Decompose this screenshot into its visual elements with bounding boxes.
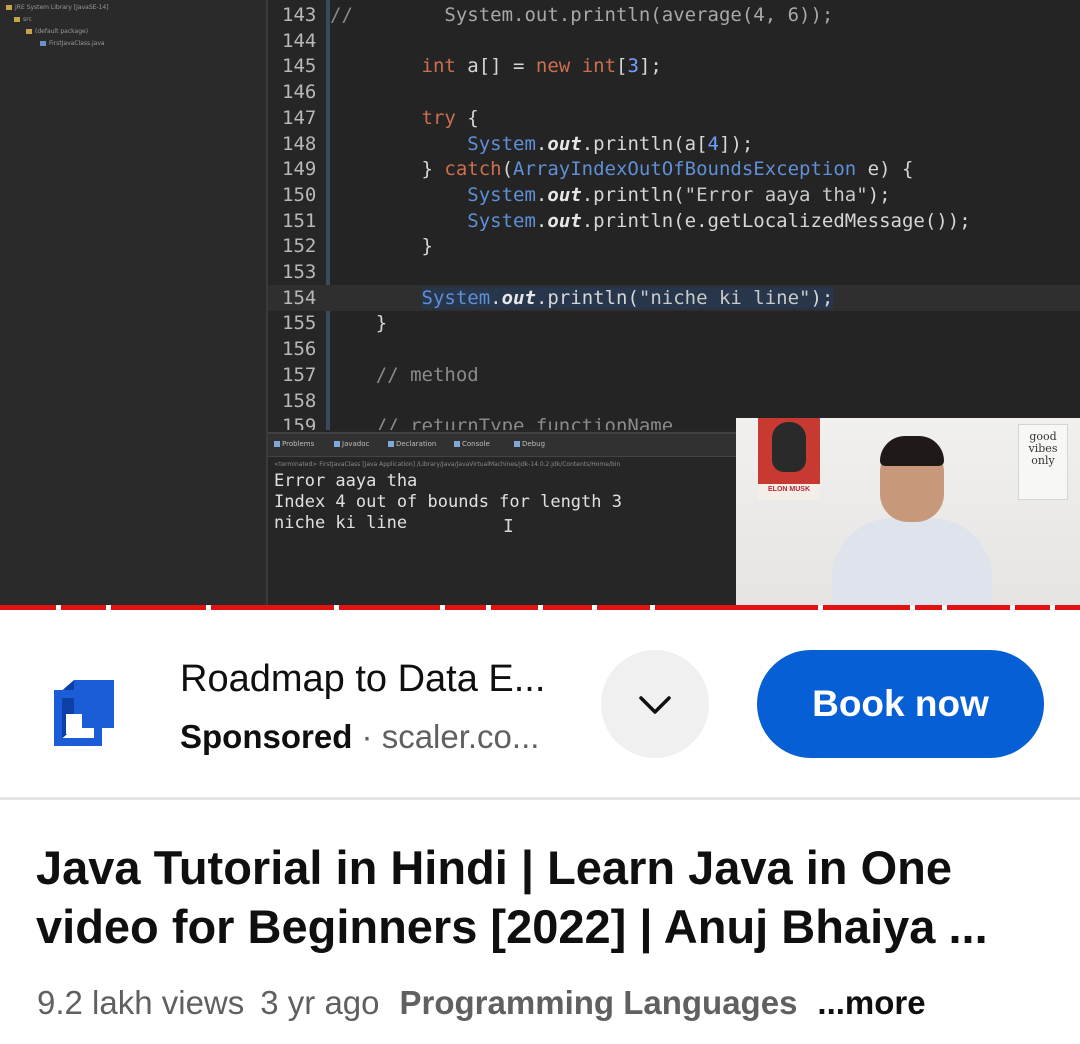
code-line: 157 // method: [268, 362, 1080, 388]
debug-icon: [514, 441, 520, 447]
ad-title[interactable]: Roadmap to Data E...: [180, 658, 580, 701]
wall-note: good vibes only: [1018, 424, 1068, 500]
book-now-button[interactable]: Book now: [757, 650, 1044, 758]
presenter-body: [832, 518, 992, 610]
code-text: // System.out.println(average(4, 6));: [330, 4, 834, 26]
poster-caption: ELON MUSK: [768, 486, 810, 493]
tree-item: JRE System Library [JavaSE-14]: [6, 4, 109, 14]
code-line: 152 }: [268, 233, 1080, 259]
sponsored-ad[interactable]: Roadmap to Data E... Sponsored · scaler.…: [0, 610, 1080, 798]
tree-item: (default package): [26, 28, 88, 38]
code-text: }: [330, 312, 388, 335]
line-number: 148: [282, 132, 317, 155]
webcam-overlay: ELON MUSK good vibes only: [736, 418, 1080, 610]
view-count: 9.2 lakh views: [37, 984, 245, 1021]
folder-icon: [14, 17, 20, 22]
line-number: 157: [282, 363, 317, 386]
console-icon: [454, 441, 460, 447]
line-number: 158: [282, 389, 317, 412]
console-line: Error aaya tha: [274, 471, 418, 491]
java-file-icon: [40, 41, 46, 46]
javadoc-icon: [334, 441, 340, 447]
code-line: 146: [268, 79, 1080, 105]
code-line: 151 System.out.println(e.getLocalizedMes…: [268, 208, 1080, 234]
code-line: 143 // System.out.println(average(4, 6));: [268, 2, 1080, 28]
upload-age: 3 yr ago: [260, 984, 380, 1021]
code-line: 149 } catch(ArrayIndexOutOfBoundsExcepti…: [268, 156, 1080, 182]
code-line: 145 int a[] = new int[3];: [268, 53, 1080, 79]
code-text: System.out.println("niche ki line");: [421, 286, 834, 309]
code-text: System.out.println("Error aaya tha");: [467, 183, 891, 206]
line-number: 146: [282, 81, 317, 104]
expand-ad-button[interactable]: [601, 650, 709, 758]
divider: [0, 797, 1080, 800]
code-editor: 143 // System.out.println(average(4, 6));…: [268, 0, 1080, 430]
problems-icon: [274, 441, 280, 447]
line-number: 152: [282, 235, 317, 258]
text-cursor-icon: I: [503, 516, 514, 537]
code-text: System.out.println(a[4]);: [467, 132, 754, 155]
video-meta[interactable]: 9.2 lakh views 3 yr ago Programming Langua…: [37, 984, 1067, 1022]
line-number: 144: [282, 29, 317, 52]
ad-subtitle: Sponsored · scaler.co...: [180, 718, 580, 756]
code-text: // method: [330, 363, 479, 386]
line-number: 153: [282, 261, 317, 283]
console-line: Index 4 out of bounds for length 3: [274, 492, 622, 512]
code-line: 158: [268, 388, 1080, 414]
line-number: 159: [282, 415, 317, 430]
presenter-hair: [880, 436, 944, 466]
tab-debug: Debug: [514, 440, 545, 450]
code-text: int a[] = new int[3];: [421, 55, 662, 78]
package-explorer: JRE System Library [JavaSE-14] src (defa…: [0, 0, 268, 610]
tab-problems: Problems: [274, 440, 314, 450]
video-player[interactable]: JRE System Library [JavaSE-14] src (defa…: [0, 0, 1080, 610]
tab-console: Console: [454, 440, 490, 450]
video-title-line: video for Beginners [2022] | Anuj Bhaiya…: [36, 900, 988, 953]
line-number: 147: [282, 106, 317, 129]
line-number: 154: [282, 286, 317, 309]
code-line: 144: [268, 28, 1080, 54]
code-text: System.out.println(e.getLocalizedMessage…: [467, 209, 971, 232]
console-line: niche ki line: [274, 513, 408, 533]
sponsored-label: Sponsored: [180, 718, 353, 755]
code-text: try {: [421, 106, 479, 129]
package-icon: [26, 29, 32, 34]
console-path: <terminated> FirstJavaClass [Java Applic…: [274, 461, 621, 468]
library-icon: [6, 5, 12, 10]
ad-domain: scaler.co...: [381, 718, 540, 755]
more-link[interactable]: ...more: [817, 984, 925, 1021]
code-line: 147 try {: [268, 105, 1080, 131]
code-line: 148 System.out.println(a[4]);: [268, 131, 1080, 157]
code-text: }: [330, 235, 433, 258]
category-link[interactable]: Programming Languages: [400, 984, 798, 1021]
video-title-line: Java Tutorial in Hindi | Learn Java in O…: [36, 841, 952, 894]
code-line: 154 System.out.println("niche ki line");: [268, 284, 1080, 311]
code-line: 156: [268, 336, 1080, 362]
video-title[interactable]: Java Tutorial in Hindi | Learn Java in O…: [36, 838, 1046, 956]
line-number: 156: [282, 338, 317, 361]
code-line: 153: [268, 259, 1080, 285]
line-number: 149: [282, 158, 317, 181]
code-text: } catch(ArrayIndexOutOfBoundsException e…: [330, 158, 914, 181]
tab-declaration: Declaration: [388, 440, 436, 450]
line-number: 145: [282, 55, 317, 78]
tree-item: src: [14, 16, 32, 26]
wall-poster: ELON MUSK: [758, 418, 820, 500]
tree-item: FirstJavaClass.java: [40, 40, 105, 50]
code-line: 155 }: [268, 310, 1080, 336]
code-text: // returnType functionName: [330, 415, 674, 430]
line-number: 143: [282, 4, 317, 26]
declaration-icon: [388, 441, 394, 447]
line-number: 155: [282, 312, 317, 335]
separator: ·: [352, 718, 382, 755]
chevron-down-icon: [639, 696, 671, 714]
line-number: 150: [282, 183, 317, 206]
scaler-logo-icon[interactable]: [44, 670, 124, 750]
line-number: 151: [282, 209, 317, 232]
code-line: 150 System.out.println("Error aaya tha")…: [268, 182, 1080, 208]
tab-javadoc: Javadoc: [334, 440, 369, 450]
